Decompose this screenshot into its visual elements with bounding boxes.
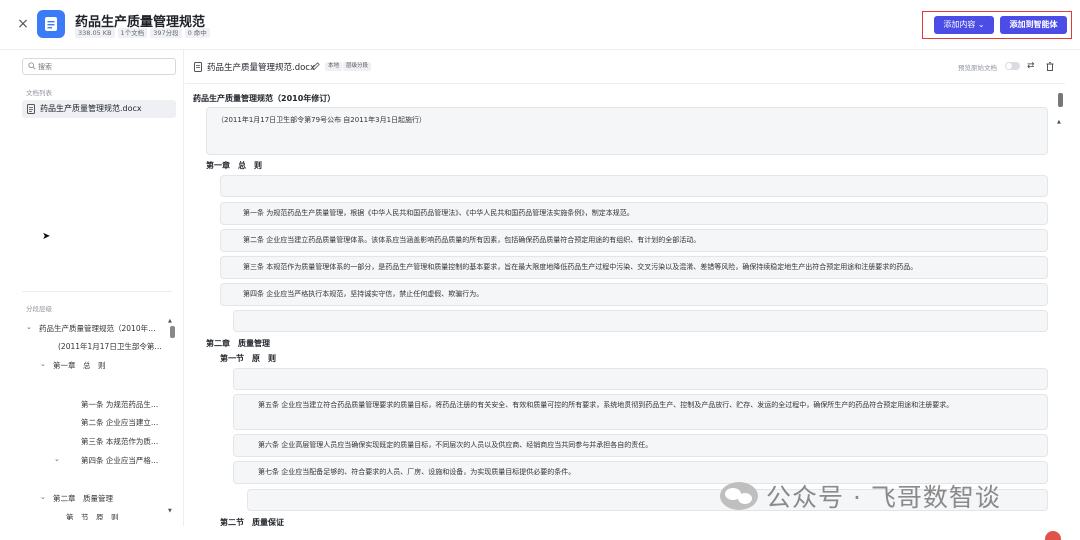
file-toolbar: 药品生产质量管理规范.docx 本地 层级分段 预览原始文档 ⇄ — [185, 50, 1065, 84]
level-segment-tag: 层级分段 — [343, 62, 372, 71]
local-tag: 本地 — [325, 62, 343, 71]
segment-level-label: 分段层级 — [26, 305, 52, 313]
tree-item[interactable]: 第 节 原 则 — [66, 512, 156, 520]
section-heading: 第二节 质量保证 — [220, 518, 284, 526]
search-icon — [28, 62, 36, 70]
tree-scrollbar[interactable] — [170, 326, 175, 338]
segment-block[interactable] — [233, 310, 1048, 332]
chevron-down-icon[interactable]: ⌄ — [54, 455, 60, 463]
mouse-cursor-icon: ➤ — [42, 231, 51, 242]
header-bar: × 药品生产质量管理规范 338.05 KB 1个文档 397分段 0 命中 添… — [0, 0, 1080, 50]
divider — [22, 291, 172, 292]
preview-original-label: 预览原始文档 — [958, 64, 997, 72]
doc-title: 药品生产质量管理规范（2010年修订） — [193, 94, 336, 103]
tree-item[interactable]: 第四条 企业应当严格… — [81, 455, 166, 466]
segment-block[interactable] — [220, 175, 1048, 197]
doc-list-item[interactable]: 药品生产质量管理规范.docx — [22, 100, 176, 118]
segment-block[interactable]: 第四条 企业应当严格执行本规范，坚持诚实守信，禁止任何虚假、欺骗行为。 — [220, 283, 1048, 306]
search-input[interactable] — [38, 61, 168, 72]
scroll-down-icon[interactable]: ▼ — [168, 508, 172, 514]
main-panel: 药品生产质量管理规范.docx 本地 层级分段 预览原始文档 ⇄ 药品生产质量管… — [185, 50, 1065, 526]
left-panel: 文档列表 药品生产质量管理规范.docx 分段层级 ⌄ 药品生产质量管理规范（2… — [14, 50, 184, 526]
size-badge: 338.05 KB — [75, 28, 115, 38]
tree-item[interactable]: 药品生产质量管理规范（2010年… — [39, 323, 164, 334]
file-name: 药品生产质量管理规范.docx — [207, 63, 316, 73]
tree-item[interactable]: 第一条 为规范药品生… — [81, 399, 166, 410]
file-icon — [27, 104, 35, 114]
segment-block[interactable] — [233, 368, 1048, 390]
segment-block[interactable]: 第三条 本规范作为质量管理体系的一部分，是药品生产管理和质量控制的基本要求，旨在… — [220, 256, 1048, 279]
tree-item[interactable]: 第三条 本规范作为质… — [81, 436, 166, 447]
scroll-up-icon[interactable]: ▲ — [1057, 119, 1061, 125]
chevron-down-icon[interactable]: ⌄ — [26, 323, 32, 331]
tree-item[interactable]: 第二章 质量管理 — [53, 493, 153, 504]
segment-block[interactable]: 第二条 企业应当建立药品质量管理体系。该体系应当涵盖影响药品质量的所有因素，包括… — [220, 229, 1048, 252]
add-to-agent-button[interactable]: 添加到智能体 — [1000, 16, 1067, 34]
section-heading: 第一节 原 则 — [220, 354, 276, 363]
edit-icon[interactable] — [312, 62, 320, 70]
segment-block[interactable]: 第一条 为规范药品生产质量管理，根据《中华人民共和国药品管理法》、《中华人民共和… — [220, 202, 1048, 225]
wechat-icon — [720, 482, 758, 510]
segment-block[interactable]: 第五条 企业应当建立符合药品质量管理要求的质量目标，将药品注册的有关安全、有效和… — [233, 394, 1048, 430]
watermark: 公众号 · 飞哥数智谈 — [720, 478, 1001, 514]
hit-count-badge: 0 命中 — [184, 28, 210, 38]
doc-list-item-label: 药品生产质量管理规范.docx — [40, 104, 142, 113]
scroll-up-icon[interactable]: ▲ — [168, 318, 172, 324]
tree-item[interactable]: 第二条 企业应当建立… — [81, 417, 166, 428]
chevron-down-icon[interactable]: ⌄ — [40, 360, 46, 368]
chapter-heading: 第一章 总 则 — [206, 161, 262, 170]
content-scrollbar[interactable] — [1058, 93, 1063, 107]
corner-badge-icon[interactable] — [1045, 531, 1061, 540]
segment-count-badge: 397分段 — [150, 28, 182, 38]
segment-block[interactable]: 第六条 企业高层管理人员应当确保实现既定的质量目标，不同层次的人员以及供应商、经… — [233, 434, 1048, 457]
chapter-heading: 第二章 质量管理 — [206, 339, 270, 348]
segment-block[interactable]: （2011年1月17日卫生部令第79号公布 自2011年3月1日起施行） — [206, 107, 1048, 155]
refresh-icon[interactable]: ⇄ — [1027, 61, 1035, 71]
add-content-button[interactable]: 添加内容 ⌄ — [934, 16, 994, 34]
chevron-down-icon[interactable]: ⌄ — [40, 493, 46, 501]
document-content: 药品生产质量管理规范（2010年修订） （2011年1月17日卫生部令第79号公… — [185, 85, 1065, 526]
search-box[interactable] — [22, 58, 176, 75]
document-icon — [37, 10, 65, 38]
file-icon — [194, 62, 202, 72]
trash-icon[interactable] — [1046, 62, 1054, 71]
watermark-text: 公众号 · 飞哥数智谈 — [766, 483, 1001, 512]
meta-badges: 338.05 KB 1个文档 397分段 0 命中 — [75, 28, 210, 38]
tree-item[interactable]: 第一章 总 则 — [53, 360, 153, 371]
tree-item[interactable]: (2011年1月17日卫生部令第… — [58, 341, 166, 352]
close-icon[interactable]: × — [14, 14, 32, 34]
preview-toggle[interactable] — [1005, 62, 1020, 70]
app-window: × 药品生产质量管理规范 338.05 KB 1个文档 397分段 0 命中 添… — [0, 0, 1080, 540]
doc-list-label: 文档列表 — [26, 89, 52, 97]
doc-count-badge: 1个文档 — [117, 28, 148, 38]
